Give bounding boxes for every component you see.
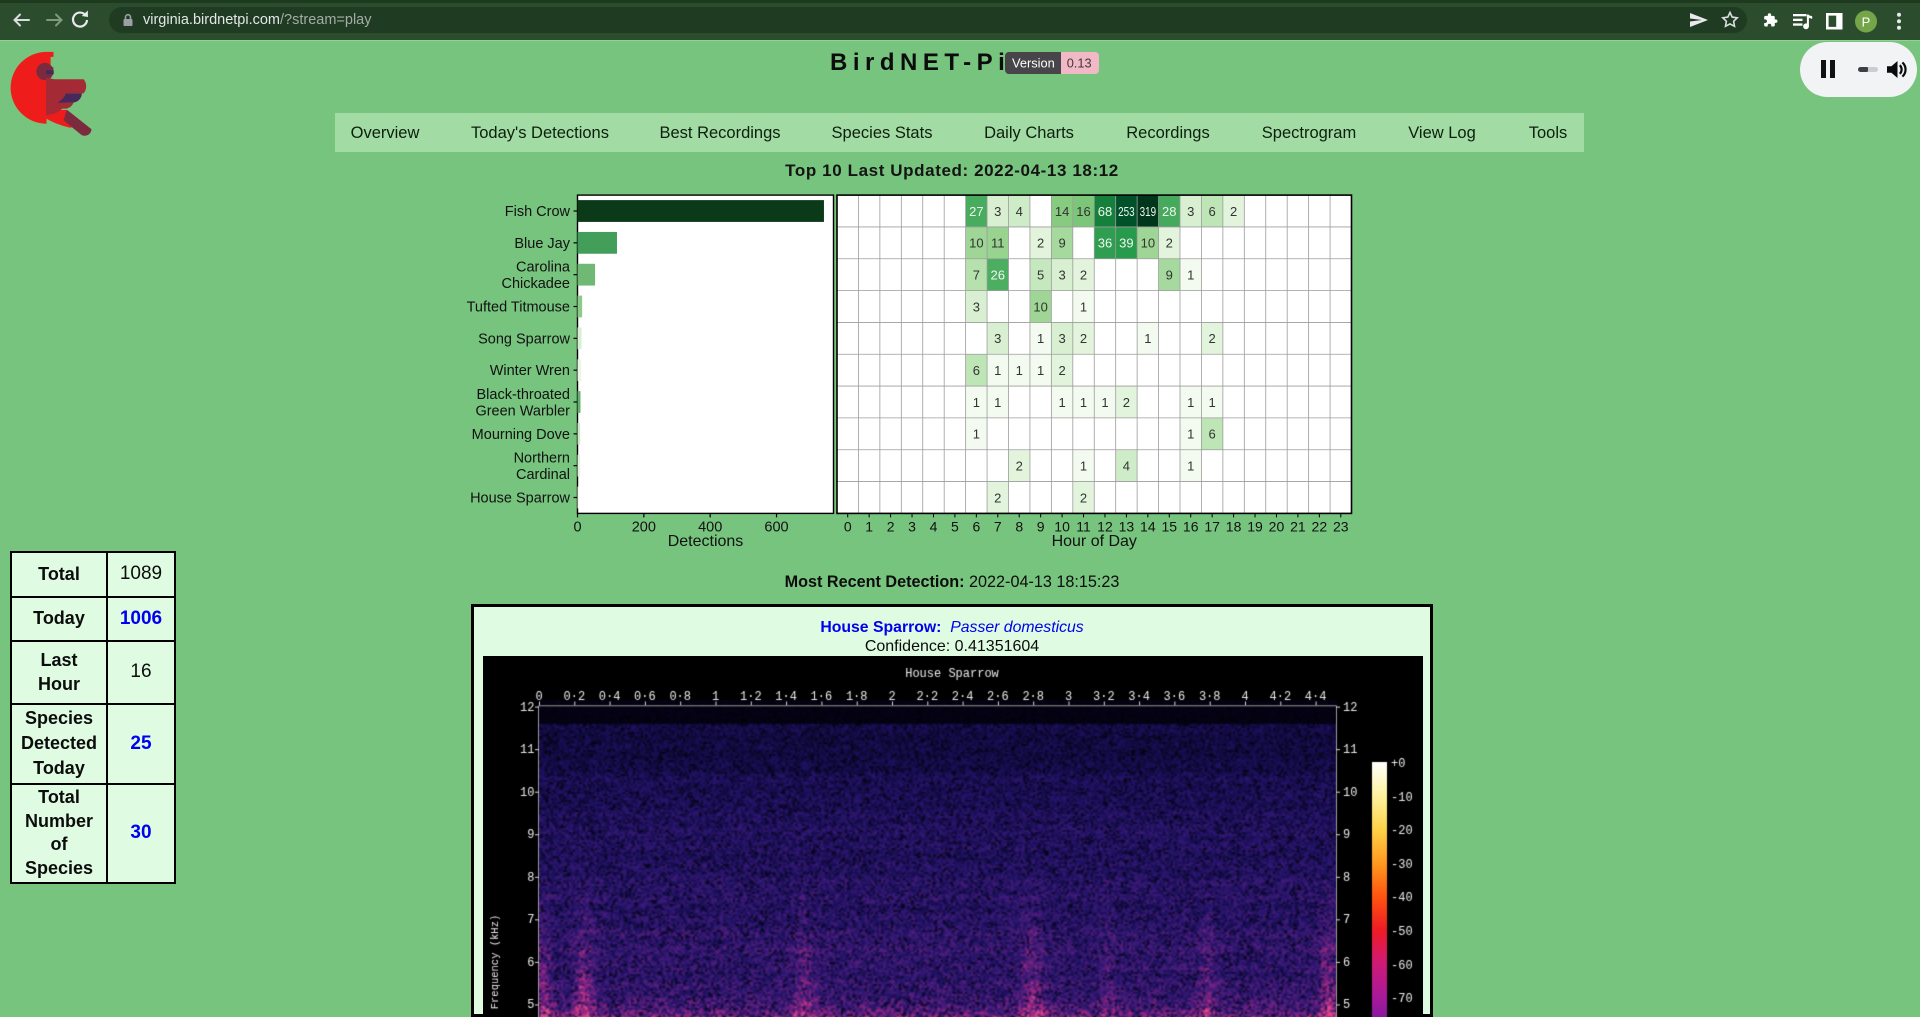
svg-text:14: 14 xyxy=(1140,518,1156,534)
svg-text:1: 1 xyxy=(1016,363,1023,378)
svg-text:P: P xyxy=(1862,14,1871,29)
svg-text:1: 1 xyxy=(1037,363,1044,378)
svg-text:1: 1 xyxy=(994,395,1001,410)
svg-text:2: 2 xyxy=(1080,490,1087,505)
svg-text:36: 36 xyxy=(1098,236,1112,251)
svg-text:Northern: Northern xyxy=(514,451,570,467)
svg-text:10: 10 xyxy=(969,236,983,251)
svg-text:21: 21 xyxy=(1290,518,1306,534)
svg-text:2: 2 xyxy=(887,518,895,534)
svg-text:11: 11 xyxy=(991,236,1005,251)
svg-text:1: 1 xyxy=(1209,395,1216,410)
svg-text:6: 6 xyxy=(1209,204,1216,219)
svg-text:16: 16 xyxy=(1183,518,1199,534)
svg-text:2: 2 xyxy=(1080,267,1087,282)
svg-text:20: 20 xyxy=(1269,518,1285,534)
svg-text:Cardinal: Cardinal xyxy=(516,467,570,483)
svg-text:28: 28 xyxy=(1162,204,1176,219)
svg-text:2: 2 xyxy=(1016,458,1023,473)
svg-text:2: 2 xyxy=(1123,395,1130,410)
svg-text:8: 8 xyxy=(1015,518,1023,534)
svg-text:1: 1 xyxy=(994,363,1001,378)
svg-text:9: 9 xyxy=(1037,518,1045,534)
svg-text:Hour of Day: Hour of Day xyxy=(1052,533,1137,550)
svg-text:7: 7 xyxy=(973,267,980,282)
svg-text:Black-throated: Black-throated xyxy=(477,387,571,403)
svg-text:1: 1 xyxy=(973,427,980,442)
svg-text:Tufted Titmouse: Tufted Titmouse xyxy=(467,300,570,316)
svg-text:0: 0 xyxy=(844,518,852,534)
svg-text:2: 2 xyxy=(1080,331,1087,346)
svg-text:6: 6 xyxy=(1209,427,1216,442)
svg-text:26: 26 xyxy=(991,267,1005,282)
svg-text:3: 3 xyxy=(1187,204,1194,219)
svg-text:9: 9 xyxy=(1166,267,1173,282)
svg-text:1: 1 xyxy=(1187,267,1194,282)
svg-text:2: 2 xyxy=(1037,236,1044,251)
svg-text:1: 1 xyxy=(1101,395,1108,410)
svg-text:1: 1 xyxy=(1037,331,1044,346)
svg-text:9: 9 xyxy=(1058,236,1065,251)
svg-text:5: 5 xyxy=(1037,267,1044,282)
svg-text:3: 3 xyxy=(973,299,980,314)
svg-text:1: 1 xyxy=(1058,395,1065,410)
svg-text:3: 3 xyxy=(1058,267,1065,282)
svg-text:Song Sparrow: Song Sparrow xyxy=(478,331,570,347)
svg-text:2: 2 xyxy=(1230,204,1237,219)
svg-text:319: 319 xyxy=(1140,204,1157,219)
svg-text:3: 3 xyxy=(1058,331,1065,346)
svg-text:5: 5 xyxy=(951,518,959,534)
svg-text:2: 2 xyxy=(1058,363,1065,378)
svg-text:17: 17 xyxy=(1204,518,1220,534)
svg-text:4: 4 xyxy=(1016,204,1023,219)
svg-text:39: 39 xyxy=(1119,236,1133,251)
svg-text:1: 1 xyxy=(973,395,980,410)
svg-text:23: 23 xyxy=(1333,518,1349,534)
svg-text:1: 1 xyxy=(1080,395,1087,410)
svg-text:68: 68 xyxy=(1098,204,1112,219)
svg-text:Mourning Dove: Mourning Dove xyxy=(472,427,570,443)
svg-text:Chickadee: Chickadee xyxy=(501,276,570,292)
svg-text:Winter Wren: Winter Wren xyxy=(490,363,570,379)
svg-text:2: 2 xyxy=(994,490,1001,505)
svg-text:1: 1 xyxy=(1187,395,1194,410)
svg-text:22: 22 xyxy=(1312,518,1328,534)
svg-text:House Sparrow: House Sparrow xyxy=(470,490,570,506)
svg-text:1: 1 xyxy=(865,518,873,534)
svg-text:0: 0 xyxy=(573,519,581,535)
svg-text:2: 2 xyxy=(1166,236,1173,251)
svg-text:6: 6 xyxy=(972,518,980,534)
svg-text:Fish Crow: Fish Crow xyxy=(505,204,571,220)
svg-text:4: 4 xyxy=(1123,458,1130,473)
svg-text:3: 3 xyxy=(908,518,916,534)
svg-text:10: 10 xyxy=(1033,299,1047,314)
svg-text:6: 6 xyxy=(973,363,980,378)
svg-text:600: 600 xyxy=(764,519,788,535)
svg-text:1: 1 xyxy=(1187,458,1194,473)
svg-text:1: 1 xyxy=(1144,331,1151,346)
svg-text:Detections: Detections xyxy=(668,533,744,550)
svg-text:1: 1 xyxy=(1187,427,1194,442)
svg-text:253: 253 xyxy=(1118,204,1135,219)
svg-text:18: 18 xyxy=(1226,518,1242,534)
svg-text:200: 200 xyxy=(632,519,656,535)
svg-text:7: 7 xyxy=(994,518,1002,534)
svg-text:19: 19 xyxy=(1247,518,1263,534)
svg-text:1: 1 xyxy=(1080,299,1087,314)
svg-text:27: 27 xyxy=(969,204,983,219)
svg-text:3: 3 xyxy=(994,204,1001,219)
svg-text:4: 4 xyxy=(930,518,938,534)
svg-text:2: 2 xyxy=(1209,331,1216,346)
svg-text:15: 15 xyxy=(1161,518,1177,534)
svg-text:14: 14 xyxy=(1055,204,1069,219)
svg-text:1: 1 xyxy=(1080,458,1087,473)
svg-text:3: 3 xyxy=(994,331,1001,346)
svg-text:Carolina: Carolina xyxy=(516,260,571,276)
svg-text:Green Warbler: Green Warbler xyxy=(475,403,570,419)
svg-text:Blue Jay: Blue Jay xyxy=(514,236,570,252)
svg-text:16: 16 xyxy=(1076,204,1090,219)
svg-text:10: 10 xyxy=(1141,236,1155,251)
